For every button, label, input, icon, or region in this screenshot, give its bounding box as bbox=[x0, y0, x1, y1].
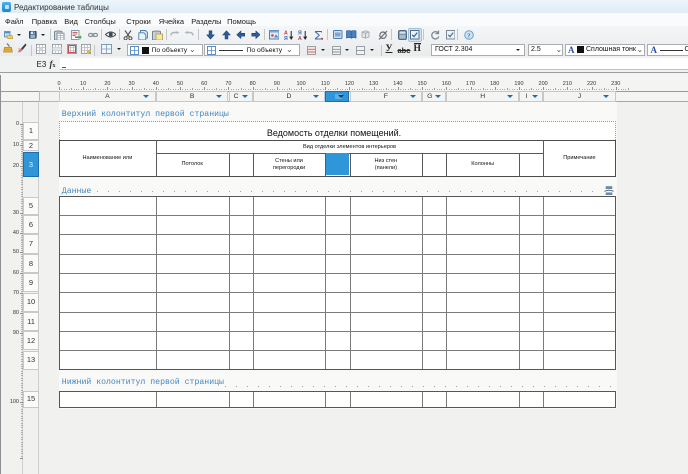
svg-text:Я: Я bbox=[284, 36, 288, 41]
svg-text:?: ? bbox=[467, 32, 470, 39]
svg-text:А: А bbox=[298, 36, 302, 41]
